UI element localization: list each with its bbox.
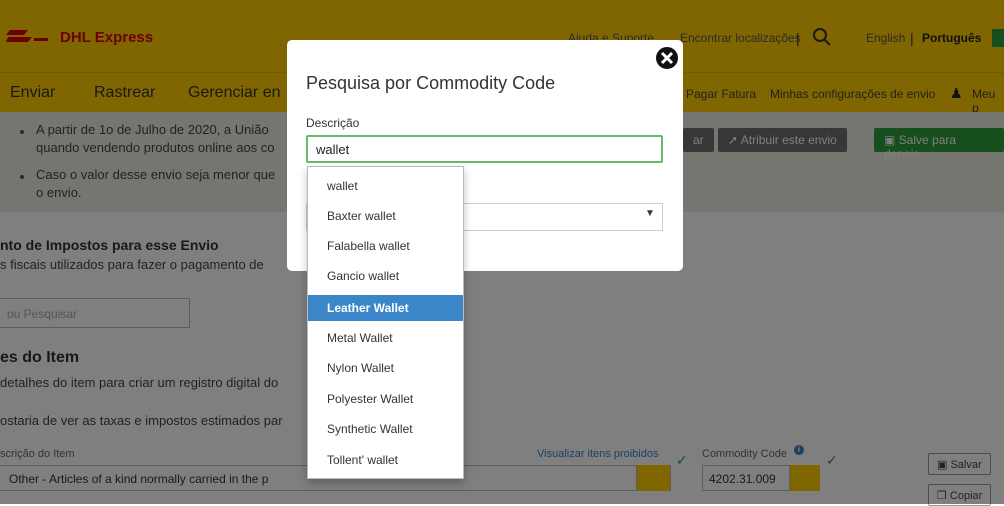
- close-icon[interactable]: [654, 45, 680, 71]
- description-label: Descrição: [306, 116, 360, 130]
- autocomplete-option[interactable]: Polyester Wallet: [308, 386, 463, 412]
- autocomplete-option[interactable]: Baxter wallet: [308, 203, 463, 229]
- chevron-down-icon[interactable]: ▼: [645, 208, 655, 219]
- autocomplete-option[interactable]: Metal Wallet: [308, 325, 463, 351]
- autocomplete-option[interactable]: Nylon Wallet: [308, 355, 463, 381]
- autocomplete-option[interactable]: Falabella wallet: [308, 233, 463, 259]
- autocomplete-option[interactable]: Tollent' wallet: [308, 447, 463, 473]
- autocomplete-option[interactable]: Synthetic Wallet: [308, 416, 463, 442]
- autocomplete-option[interactable]: Gancio wallet: [308, 263, 463, 289]
- description-input[interactable]: [306, 135, 663, 163]
- autocomplete-option-highlighted[interactable]: Leather Wallet: [308, 295, 463, 321]
- modal-title: Pesquisa por Commodity Code: [306, 73, 556, 93]
- page: DHL Express Ajuda e Suporte Encontrar lo…: [0, 0, 1004, 506]
- autocomplete-option[interactable]: wallet: [308, 173, 463, 199]
